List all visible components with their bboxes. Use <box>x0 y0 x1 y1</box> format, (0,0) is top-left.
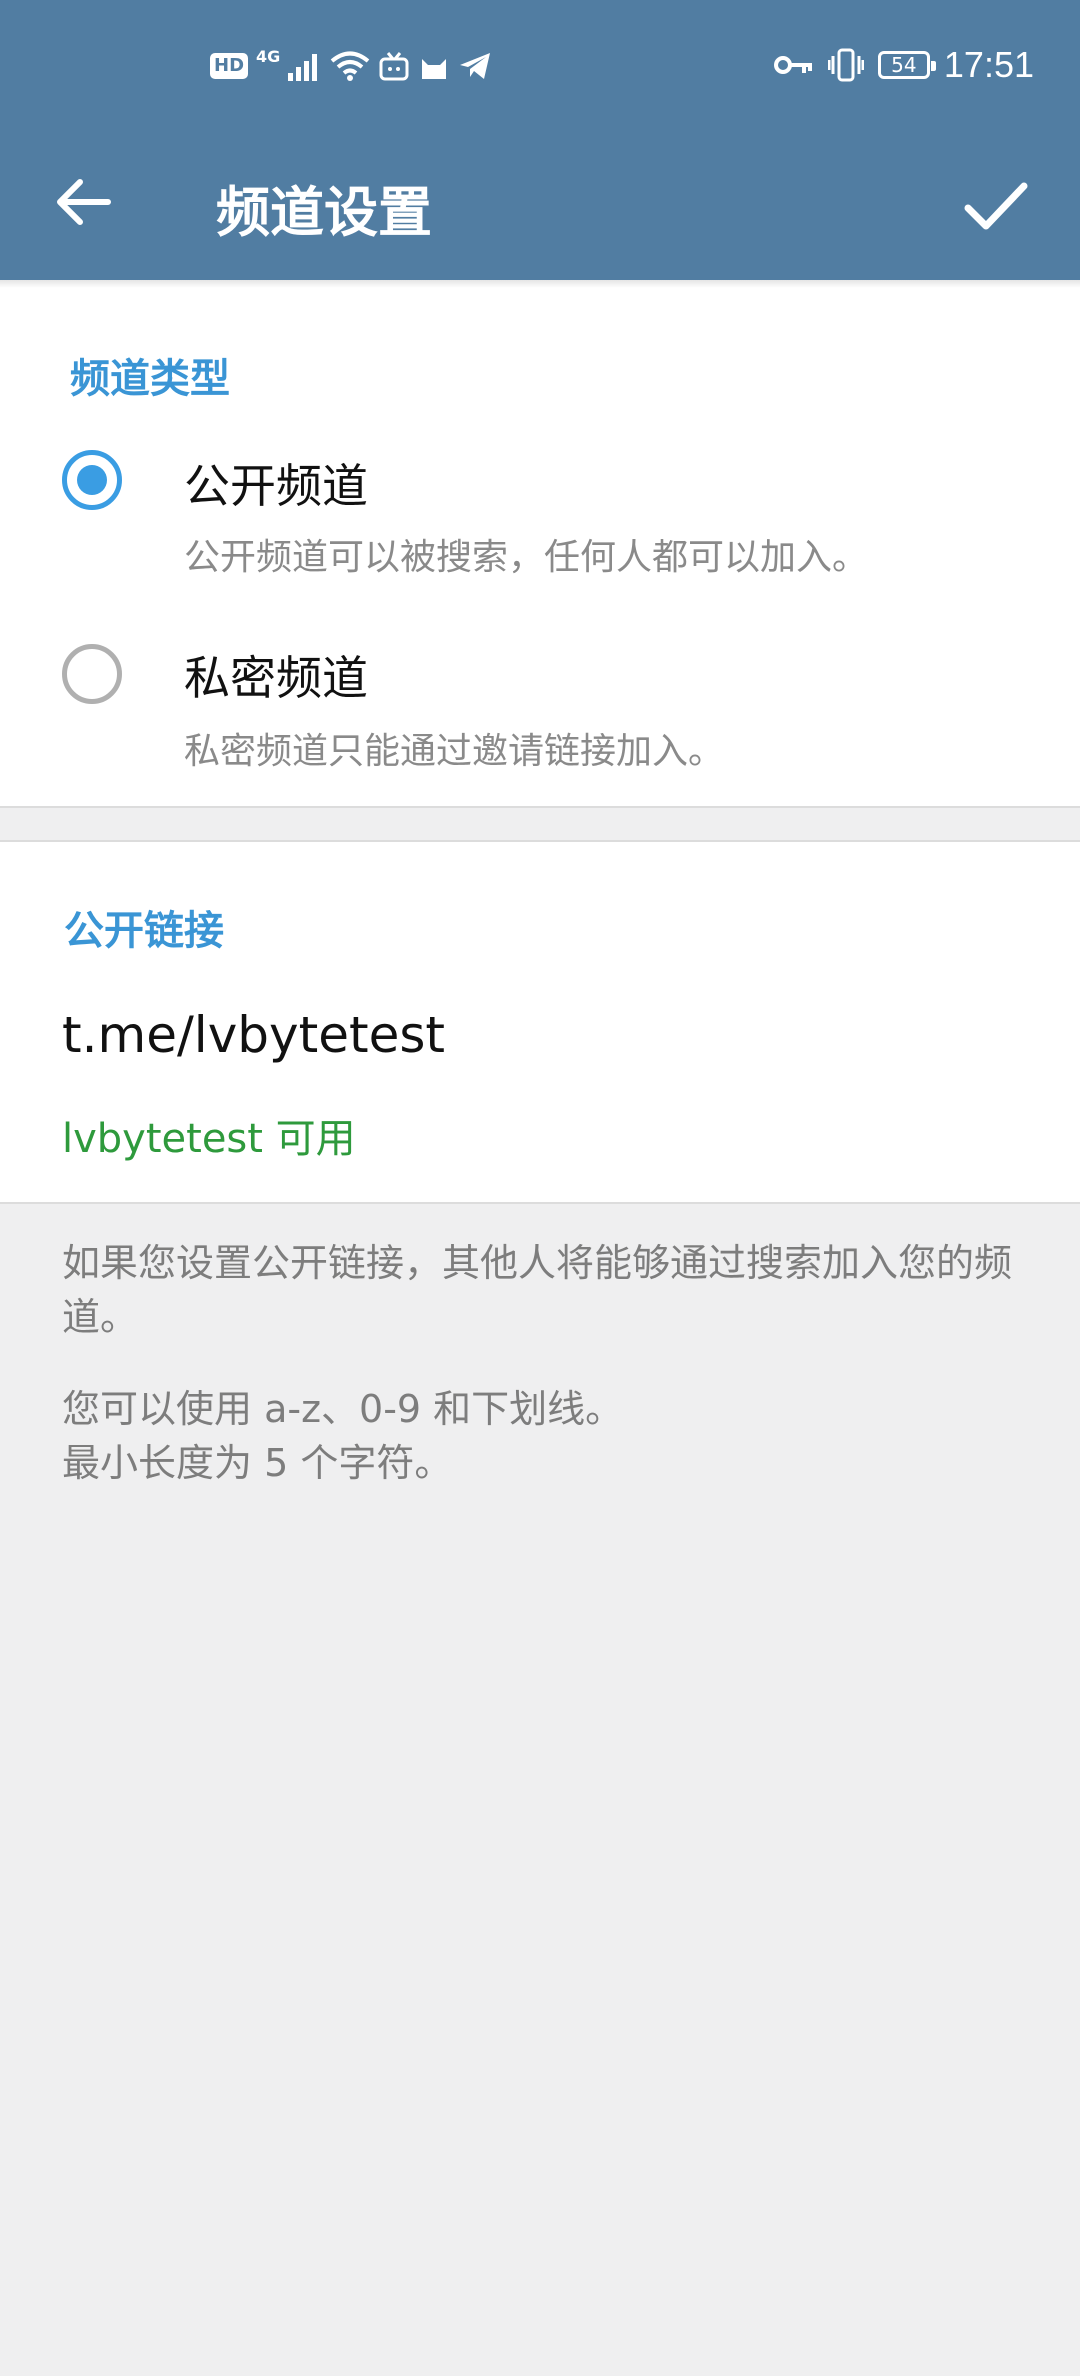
page-title: 频道设置 <box>216 181 432 244</box>
hd-badge: HD <box>210 53 249 79</box>
status-icons-right: 54 17:51 <box>773 44 1034 86</box>
availability-status: lvbytetest 可用 <box>62 1116 356 1162</box>
option-public-description: 公开频道可以被搜索，任何人都可以加入。 <box>184 537 869 578</box>
status-icons-left: HD 4G <box>210 46 492 82</box>
signal-icon <box>288 54 318 81</box>
option-private-description: 私密频道只能通过邀请链接加入。 <box>184 731 725 772</box>
channel-type-title: 频道类型 <box>70 356 230 402</box>
section-divider <box>0 806 1080 808</box>
section-divider <box>0 1202 1080 1204</box>
app-header: HD 4G 54 17:51 频道设置 <box>0 0 1080 280</box>
back-arrow-icon[interactable] <box>48 166 120 238</box>
radio-button-private[interactable] <box>62 644 122 704</box>
option-public-label: 公开频道 <box>184 459 368 513</box>
option-private-channel[interactable]: 私密频道 私密频道只能通过邀请链接加入。 <box>0 634 1080 794</box>
option-public-channel[interactable]: 公开频道 公开频道可以被搜索，任何人都可以加入。 <box>0 440 1080 600</box>
tv-app-icon <box>379 52 409 81</box>
key-icon <box>773 56 812 74</box>
battery-level: 54 <box>891 53 917 77</box>
network-type-label: 4G <box>256 46 281 66</box>
option-private-label: 私密频道 <box>184 651 368 705</box>
toolbar: 频道设置 <box>0 136 1080 280</box>
wifi-icon <box>331 51 370 81</box>
status-bar: HD 4G 54 17:51 <box>0 0 1080 136</box>
vibrate-icon <box>827 48 864 82</box>
header-shadow <box>0 280 1080 288</box>
public-link-title: 公开链接 <box>64 908 224 954</box>
help-text-chars: 您可以使用 a-z、0-9 和下划线。 <box>62 1387 624 1431</box>
clock: 17:51 <box>943 44 1034 85</box>
help-text-length: 最小长度为 5 个字符。 <box>62 1441 453 1485</box>
radio-button-public[interactable] <box>62 450 122 510</box>
public-link-input[interactable]: t.me/lvbytetest <box>62 1006 445 1064</box>
cat-app-icon <box>422 59 447 79</box>
done-check-icon[interactable] <box>956 166 1036 246</box>
battery-icon: 54 <box>877 51 936 79</box>
help-text-search: 如果您设置公开链接，其他人将能够通过搜索加入您的频道。 <box>62 1241 1013 1339</box>
telegram-icon <box>460 53 491 79</box>
